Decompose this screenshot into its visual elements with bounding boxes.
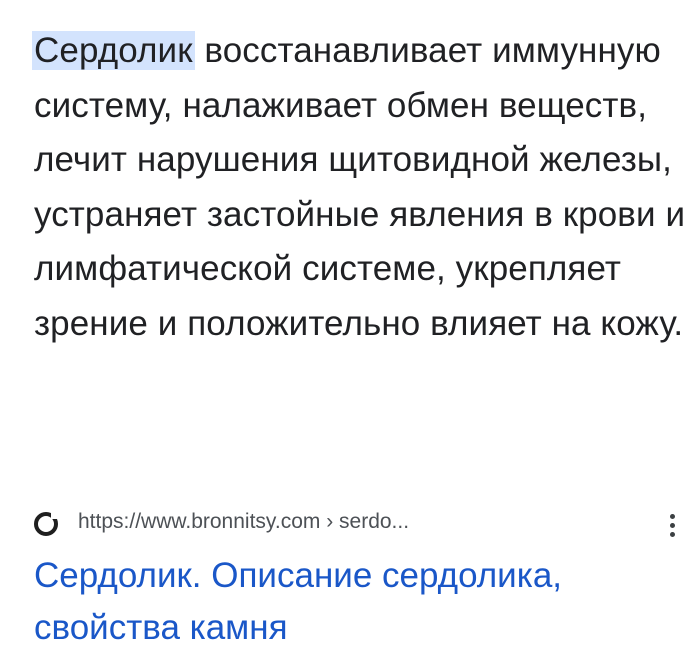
result-title-link[interactable]: Сердолик. Описание сердолика, свойства к…	[34, 550, 694, 654]
highlighted-term: Сердолик	[32, 31, 195, 70]
more-vert-icon[interactable]	[667, 514, 677, 546]
result-url[interactable]: https://www.bronnitsy.com › serdo...	[78, 510, 409, 534]
result-source-row[interactable]: https://www.bronnitsy.com › serdo...	[34, 506, 684, 542]
snippet-body: восстанавливает иммунную систему, налажи…	[34, 31, 686, 343]
circle-logo-icon	[34, 512, 58, 536]
featured-snippet-text: Сердолик восстанавливает иммунную систем…	[32, 24, 694, 351]
